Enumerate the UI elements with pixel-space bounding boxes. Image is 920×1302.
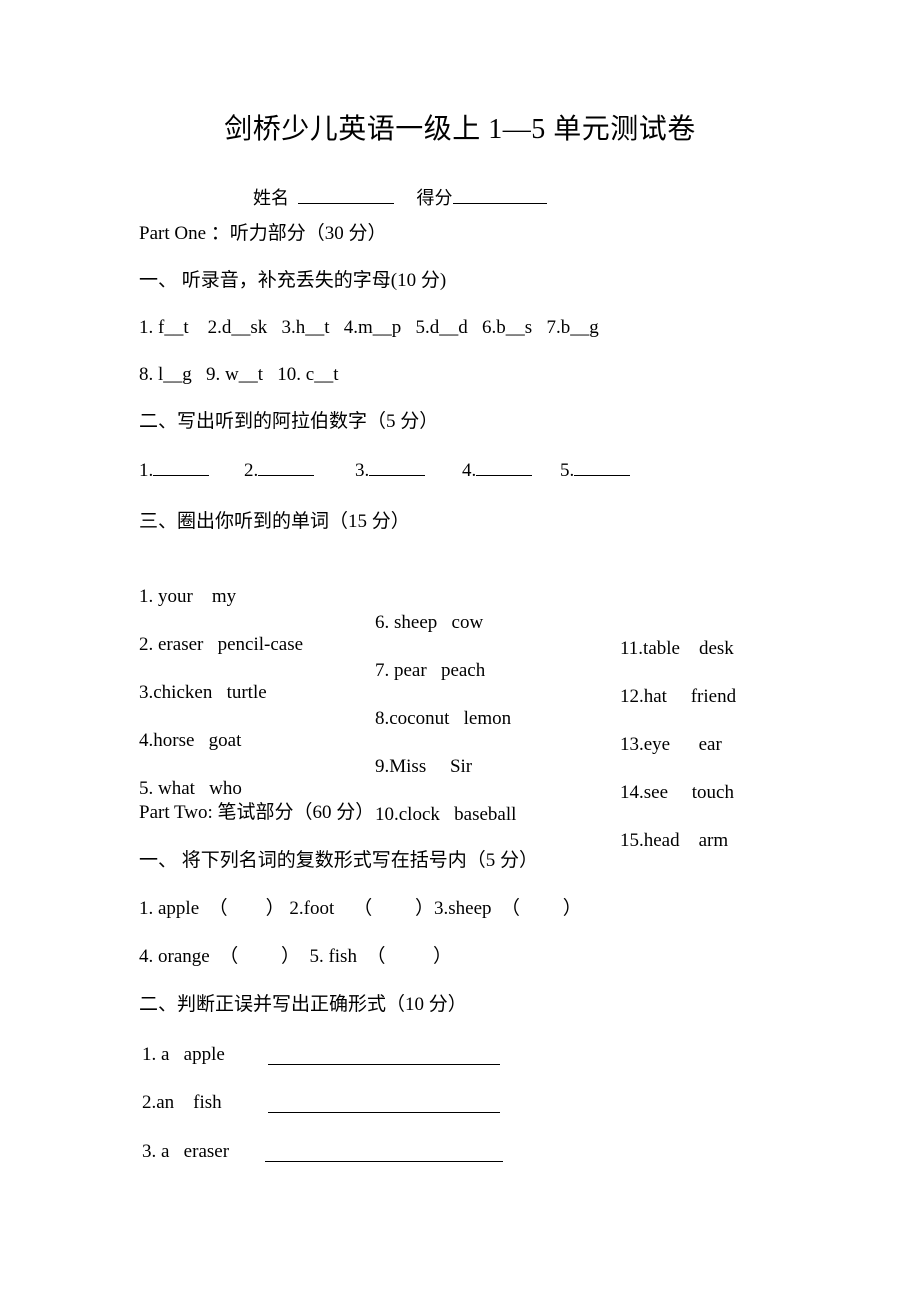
part-two-heading: Part Two: 笔试部分（60 分）	[139, 802, 375, 823]
word-choice-row: 4.horse goat 9.Miss Sir 14.see touch	[0, 702, 920, 803]
part-one-section-1-heading: 一、 听录音，补充丢失的字母(10 分)	[139, 270, 447, 291]
part-one-heading: Part One ：听力部分（30 分）	[139, 223, 387, 244]
plural-form-line-1[interactable]: 1. apple （ ） 2.foot （ ）3.sheep （ ）	[139, 896, 582, 922]
number-blank-3-rule[interactable]	[369, 461, 426, 476]
word-choice-row: 1. your my 6. sheep cow 11.table desk	[0, 558, 920, 659]
word-choice-item-15[interactable]: 15.head arm	[620, 828, 728, 854]
part-one-section-3-heading: 三、圈出你听到的单词（15 分）	[139, 511, 410, 532]
number-blank-2[interactable]: 2.	[244, 458, 315, 484]
part-one-section-2-heading: 二、写出听到的阿拉伯数字（5 分）	[139, 411, 439, 432]
fill-letter-line-1[interactable]: 1. f__t 2.d__sk 3.h__t 4.m__p 5.d__d 6.b…	[139, 315, 599, 341]
number-blank-5-label: 5.	[560, 460, 575, 481]
score-label: 得分	[416, 188, 453, 208]
number-blank-4[interactable]: 4.	[462, 458, 533, 484]
correction-item-2-label: 2.an fish	[142, 1092, 222, 1113]
page-title: 剑桥少儿英语一级上 1—5 单元测试卷	[224, 114, 696, 145]
number-blank-3[interactable]: 3.	[355, 458, 426, 484]
student-info-line: 姓名 得分	[253, 186, 547, 210]
plural-form-line-2[interactable]: 4. orange （ ） 5. fish （ ）	[139, 944, 452, 970]
word-choice-item-10[interactable]: 10.clock baseball	[375, 802, 516, 828]
correction-item-3-label: 3. a eraser	[142, 1141, 230, 1162]
number-blank-1-label: 1.	[139, 460, 154, 481]
correction-item-1-label: 1. a apple	[142, 1044, 225, 1065]
number-blank-3-label: 3.	[355, 460, 370, 481]
number-blank-5[interactable]: 5.	[560, 458, 631, 484]
word-choice-row: 3.chicken turtle 8.coconut lemon 13.eye …	[0, 654, 920, 755]
word-choice-row: 5. what who 10.clock baseball 15.head ar…	[0, 750, 920, 851]
number-blank-5-rule[interactable]	[574, 461, 631, 476]
word-choice-row: 2. eraser pencil-case 7. pear peach 12.h…	[0, 606, 920, 707]
fill-letter-line-2[interactable]: 8. l__g 9. w__t 10. c__t	[139, 362, 339, 388]
name-label: 姓名	[253, 188, 289, 208]
correction-item-3-answer-rule[interactable]	[265, 1161, 503, 1162]
part-two-section-2-heading: 二、判断正误并写出正确形式（10 分）	[139, 994, 467, 1015]
number-blank-4-rule[interactable]	[476, 461, 533, 476]
number-blank-4-label: 4.	[462, 460, 477, 481]
exam-paper-page: 剑桥少儿英语一级上 1—5 单元测试卷 姓名 得分 Part One ：听力部分…	[0, 0, 920, 1302]
correction-item-2-answer-rule[interactable]	[268, 1112, 500, 1113]
part-two-section-1-heading: 一、 将下列名词的复数形式写在括号内（5 分）	[139, 850, 539, 871]
word-choice-item-5[interactable]: 5. what who	[139, 776, 242, 802]
correction-item-1-answer-rule[interactable]	[268, 1064, 500, 1065]
number-blank-2-label: 2.	[244, 460, 259, 481]
number-blank-1[interactable]: 1.	[139, 458, 210, 484]
number-blank-1-rule[interactable]	[153, 461, 210, 476]
number-blank-2-rule[interactable]	[258, 461, 315, 476]
score-input-blank[interactable]	[452, 188, 547, 204]
name-input-blank[interactable]	[298, 188, 394, 204]
word-choice-grid: 1. your my 6. sheep cow 11.table desk 2.…	[0, 558, 920, 851]
